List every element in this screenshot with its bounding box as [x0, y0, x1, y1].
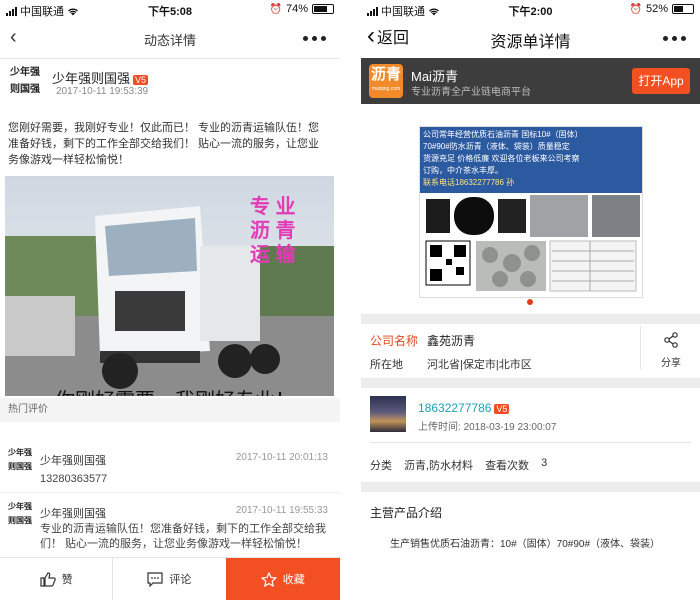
vip-badge: V5 [133, 74, 149, 85]
app-logo-text: 沥青 [370, 66, 401, 83]
product-text-line1: 公司常年经营优质石油沥青 国标10#（固体） [423, 130, 583, 139]
comment-label: 评论 [169, 574, 192, 586]
app-banner: 沥青 maiqing.com Mai沥青 专业沥青全产业链电商平台 打开App [361, 58, 700, 104]
status-bar: 中国联通 下午2:00 ⏰ 52% [361, 0, 700, 18]
comment-avatar-line1: 少年强 [8, 447, 32, 457]
post-time: 2017-10-11 19:53:39 [56, 86, 149, 97]
comment-time: 2017-10-11 20:01:13 [235, 452, 328, 463]
post-username-text: 少年强则国强 [52, 71, 131, 86]
location-label: 所在地 [370, 359, 403, 371]
section-separator [361, 314, 700, 324]
comment-avatar[interactable]: 少年强 则国强 [8, 502, 32, 525]
comment-avatar-line1: 少年强 [8, 501, 32, 511]
product-text-line2: 70#90#防水沥青（液体、袋装）质量稳定 [423, 142, 570, 151]
category-row: 分类 沥青,防水材料 查看次数 3 [370, 457, 547, 473]
comment-time: 2017-10-11 19:55:33 [235, 505, 328, 516]
more-dots-icon[interactable] [663, 36, 686, 41]
alarm-icon: ⏰ [269, 3, 282, 15]
carousel-indicator-dot[interactable] [527, 299, 533, 305]
post-photo[interactable]: 专 业 沥 青 运 输 你刚好需要，我刚好专业！ [5, 176, 334, 396]
comments-title: 热门评价 [0, 398, 340, 422]
app-logo-domain: maiqing.com [371, 86, 401, 92]
product-text-panel: 公司常年经营优质石油沥青 国标10#（固体） 70#90#防水沥青（液体、袋装）… [420, 127, 642, 193]
location-value: 河北省|保定市|北市区 [427, 359, 532, 371]
open-app-button[interactable]: 打开App [632, 68, 690, 94]
category-value: 沥青,防水材料 [404, 460, 474, 472]
photo-overlay-line3: 运 输 [250, 244, 296, 266]
upload-time: 上传时间: 2018-03-19 23:00:07 [418, 418, 556, 433]
collect-button[interactable]: 收藏 [225, 558, 340, 600]
company-value: 鑫苑沥青 [427, 334, 476, 348]
product-image[interactable]: 公司常年经营优质石油沥青 国标10#（固体） 70#90#防水沥青（液体、袋装）… [419, 126, 643, 298]
section-separator [361, 482, 700, 492]
nav-bar: ‹ 动态详情 [0, 18, 340, 59]
category-label: 分类 [370, 460, 392, 472]
comment-text: 13280363577 [40, 473, 108, 485]
views-label: 查看次数 [485, 460, 530, 472]
battery-icon [312, 4, 334, 14]
alarm-icon: ⏰ [629, 3, 642, 15]
battery-percent: 52% [645, 3, 668, 15]
comment-icon [147, 571, 163, 587]
comment-avatar[interactable]: 少年强 则国强 [8, 448, 32, 471]
divider [370, 442, 691, 443]
right-screen: 中国联通 下午2:00 ⏰ 52% ‹ 返回 资源单详情 沥青 maiqing.… [361, 0, 700, 600]
vip-badge: V5 [494, 403, 510, 414]
product-text-line3: 货源充足 价格低廉 欢迎各位老板来公司考察 [423, 154, 580, 163]
nav-bar: ‹ 返回 资源单详情 [361, 18, 700, 58]
section-separator [361, 378, 700, 388]
views-value: 3 [541, 457, 548, 469]
user-logo-line2: 则国强 [10, 84, 40, 95]
product-text-line5: 联系电话18632277786 孙 [423, 178, 515, 187]
star-icon [260, 571, 277, 587]
page-title: 资源单详情 [490, 34, 571, 51]
comment-username[interactable]: 少年强则国强 [40, 452, 106, 468]
comment-username[interactable]: 少年强则国强 [40, 505, 106, 521]
main-products-text: 生产销售优质石油沥青：10#（固体）70#90#（液体、袋装） [390, 539, 661, 550]
user-logo[interactable]: 少年强 则国强 [10, 67, 40, 95]
upload-time-value: 2018-03-19 23:00:07 [463, 422, 557, 433]
company-label: 公司名称 [370, 334, 419, 348]
post-username[interactable]: 少年强则国强 V5 [52, 68, 149, 87]
page-title: 动态详情 [143, 33, 196, 48]
screen-gap [340, 0, 361, 600]
app-logo: 沥青 maiqing.com [369, 64, 403, 98]
share-label: 分享 [661, 358, 681, 369]
bottom-action-bar: 赞 评论 收藏 [0, 557, 340, 600]
like-button[interactable]: 赞 [0, 558, 112, 600]
seller-phone-number: 18632277786 [418, 401, 492, 415]
battery-icon [672, 4, 694, 14]
like-label: 赞 [61, 574, 73, 586]
more-dots-icon[interactable] [303, 36, 326, 41]
photo-bottom-caption: 你刚好需要，我刚好专业！ [55, 384, 295, 396]
banner-subtitle: 专业沥青全产业链电商平台 [411, 87, 531, 98]
share-icon [664, 332, 678, 348]
seller-avatar[interactable] [370, 396, 406, 432]
comment-text: 专业的沥青运输队伍！您准备好钱，剩下的工作全部交给我们！ 贴心一流的服务，让您业… [40, 523, 326, 550]
upload-time-label: 上传时间: [418, 422, 461, 433]
product-photos [420, 193, 642, 297]
main-products-title: 主营产品介绍 [370, 506, 443, 520]
left-screen: 中国联通 下午5:08 ⏰ 74% ‹ 动态详情 少年强 则国强 少年强则国强 V… [0, 0, 340, 600]
battery-percent: 74% [285, 3, 308, 15]
product-text-line4: 订购，中介茶水丰厚。 [423, 166, 503, 175]
seller-phone[interactable]: 18632277786 V5 [418, 401, 510, 415]
comment-divider [0, 492, 340, 493]
user-logo-line1: 少年强 [10, 67, 40, 78]
post-text: 您刚好需要，我刚好专业！仅此而已！ 专业的沥青运输队伍！您准备好钱，剩下的工作全… [8, 122, 320, 166]
comment-avatar-line2: 则国强 [8, 460, 32, 471]
comment-button[interactable]: 评论 [112, 558, 225, 600]
status-bar: 中国联通 下午5:08 ⏰ 74% [0, 0, 340, 18]
comment-avatar-line2: 则国强 [8, 514, 32, 525]
share-button[interactable]: 分享 [640, 326, 700, 370]
thumbs-up-icon [40, 571, 56, 587]
collect-label: 收藏 [282, 574, 305, 586]
